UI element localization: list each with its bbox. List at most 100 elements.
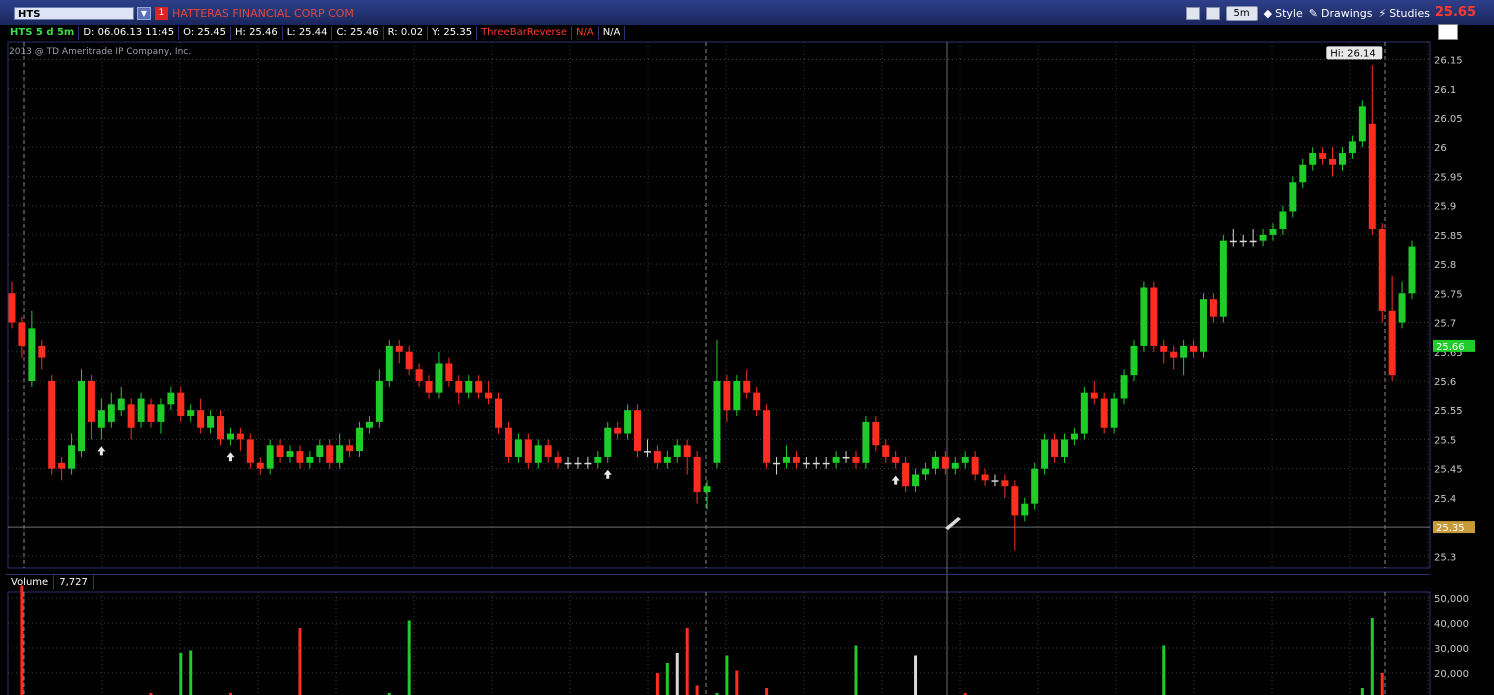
candle-body bbox=[832, 456, 840, 463]
candle-body bbox=[336, 445, 344, 463]
price-tick-label: 25.8 bbox=[1434, 260, 1456, 271]
candle-body bbox=[1229, 240, 1237, 243]
candle-body bbox=[87, 380, 95, 422]
volume-header: Volume 7,727 bbox=[6, 574, 1430, 590]
volume-bar bbox=[1360, 688, 1364, 695]
candle-body bbox=[991, 480, 999, 482]
candle-body bbox=[723, 380, 731, 411]
candle-body bbox=[445, 363, 453, 381]
candle-body bbox=[574, 462, 582, 465]
candle-body bbox=[167, 392, 175, 405]
candle-body bbox=[1100, 398, 1108, 428]
candle-body bbox=[1080, 392, 1088, 434]
volume-bar bbox=[914, 655, 918, 695]
candle-body bbox=[931, 456, 939, 469]
candle-body bbox=[981, 474, 989, 481]
candle-body bbox=[8, 293, 16, 323]
up-signal-arrow bbox=[226, 452, 235, 462]
candle-body bbox=[236, 433, 244, 440]
candle-body bbox=[1051, 439, 1059, 457]
up-signal-arrow bbox=[97, 446, 106, 456]
price-tick-label: 25.3 bbox=[1434, 552, 1456, 563]
candle-body bbox=[653, 451, 661, 463]
price-tick-label: 25.75 bbox=[1434, 289, 1463, 300]
candle-body bbox=[1199, 299, 1207, 352]
candle-body bbox=[921, 468, 929, 475]
candle-body bbox=[634, 410, 642, 452]
candle-body bbox=[187, 410, 195, 417]
candle-body bbox=[753, 392, 761, 411]
candle-body bbox=[286, 451, 294, 457]
volume-tick-label: 20,000 bbox=[1434, 669, 1469, 680]
volume-bar bbox=[854, 645, 858, 695]
candle-body bbox=[207, 416, 215, 428]
candle-body bbox=[1408, 246, 1416, 294]
price-tick-label: 25.95 bbox=[1434, 172, 1463, 183]
candle-body bbox=[1209, 299, 1217, 317]
candle-body bbox=[316, 445, 324, 457]
candle-body bbox=[1299, 164, 1307, 183]
candle-body bbox=[1309, 153, 1317, 165]
candle-body bbox=[226, 433, 234, 440]
high-label: Hi: 26.14 bbox=[1330, 48, 1375, 59]
price-tick-label: 25.6 bbox=[1434, 377, 1456, 388]
volume-bar bbox=[725, 655, 729, 695]
candle-body bbox=[18, 322, 26, 346]
candle-body bbox=[137, 398, 145, 422]
candle-body bbox=[1269, 229, 1277, 235]
volume-value: 7,727 bbox=[54, 575, 94, 590]
volume-bar bbox=[655, 673, 659, 695]
candle-body bbox=[852, 456, 860, 463]
candle-body bbox=[951, 462, 959, 469]
candle-body bbox=[1319, 153, 1327, 159]
price-tick-label: 26.05 bbox=[1434, 114, 1463, 125]
copyright-watermark: 2013 @ TD Ameritrade IP Company, Inc. bbox=[9, 47, 192, 57]
volume-bar bbox=[179, 653, 183, 695]
up-signal-arrow bbox=[891, 475, 900, 485]
candle-body bbox=[28, 328, 36, 381]
candle-body bbox=[1170, 351, 1178, 358]
up-signal-arrow bbox=[603, 469, 612, 479]
price-tick-label: 26.15 bbox=[1434, 56, 1463, 67]
volume-bar bbox=[735, 670, 739, 695]
price-chart[interactable]: 26.15 26.1 26.05 26 25.95 25.9 25.85 25.8 25.75 2… bbox=[0, 0, 1494, 695]
candle-body bbox=[504, 427, 512, 457]
volume-bar bbox=[1370, 618, 1374, 695]
candle-body bbox=[792, 456, 800, 463]
candle-body bbox=[217, 416, 225, 440]
candle-body bbox=[296, 451, 304, 463]
candle-body bbox=[524, 439, 532, 463]
candle-body bbox=[534, 445, 542, 463]
candle-body bbox=[1358, 106, 1366, 142]
candle-body bbox=[1239, 240, 1247, 243]
candle-body bbox=[941, 456, 949, 469]
candle-body bbox=[743, 380, 751, 393]
candle-body bbox=[117, 398, 125, 411]
candle-body bbox=[782, 456, 790, 463]
candle-body bbox=[58, 462, 66, 469]
volume-bar bbox=[20, 585, 24, 695]
price-tick-label: 25.55 bbox=[1434, 406, 1463, 417]
candle-body bbox=[177, 392, 185, 417]
candle-body bbox=[1279, 211, 1287, 230]
candle-body bbox=[1160, 345, 1168, 352]
candle-body bbox=[872, 421, 880, 446]
candle-body bbox=[882, 445, 890, 457]
candle-body bbox=[862, 421, 870, 463]
volume-panel-border bbox=[7, 591, 1431, 695]
candle-body bbox=[703, 486, 711, 493]
candle-body bbox=[842, 456, 850, 459]
candle-body bbox=[1378, 229, 1386, 311]
candle-body bbox=[683, 445, 691, 457]
candle-body bbox=[326, 445, 334, 463]
candle-body bbox=[1329, 158, 1337, 165]
candle-body bbox=[395, 345, 403, 352]
candle-body bbox=[1140, 287, 1148, 346]
candle-body bbox=[1219, 240, 1227, 317]
candle-body bbox=[604, 427, 612, 457]
candle-body bbox=[365, 421, 373, 428]
volume-bar bbox=[1162, 645, 1166, 695]
volume-bar bbox=[407, 620, 411, 695]
candle-body bbox=[1259, 234, 1267, 241]
candle-body bbox=[465, 380, 473, 393]
